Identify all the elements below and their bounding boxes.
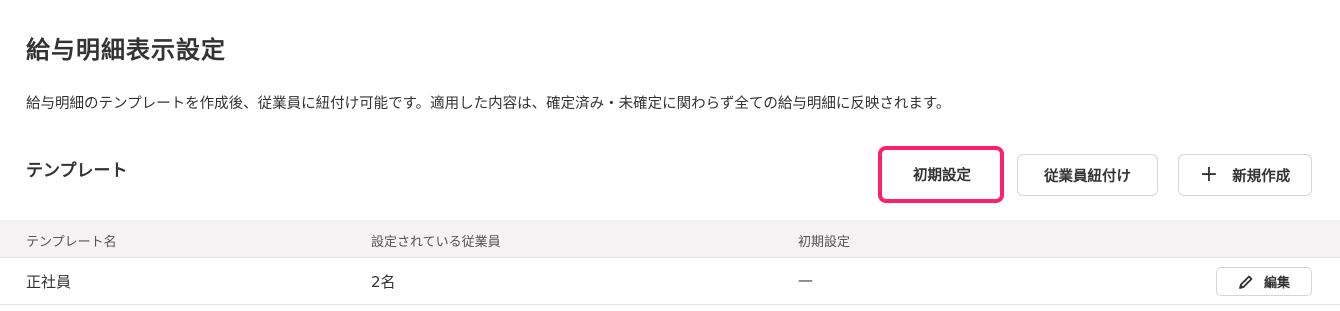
column-header-initial-setting: 初期設定 <box>798 235 851 250</box>
new-template-button-label: 新規作成 <box>1232 168 1291 185</box>
template-name-cell: 正社員 <box>26 273 72 291</box>
pencil-icon <box>1238 274 1254 290</box>
assigned-employees-cell: 2名 <box>371 273 396 291</box>
new-template-button[interactable]: + 新規作成 <box>1178 154 1312 196</box>
edit-button[interactable]: 編集 <box>1216 267 1312 296</box>
column-header-template-name: テンプレート名 <box>26 235 117 250</box>
table-row: 正社員 2名 — 編集 <box>0 258 1340 305</box>
initial-setting-cell: — <box>798 271 813 289</box>
table-header: テンプレート名 設定されている従業員 初期設定 <box>0 220 1340 258</box>
plus-icon: + <box>1199 162 1219 187</box>
page-description: 給与明細のテンプレートを作成後、従業員に紐付け可能です。適用した内容は、確定済み… <box>26 96 951 112</box>
payslip-display-settings-page: 給与明細表示設定 給与明細のテンプレートを作成後、従業員に紐付け可能です。適用し… <box>0 0 1340 311</box>
initial-settings-button[interactable]: 初期設定 <box>884 153 1000 195</box>
section-title: テンプレート <box>26 161 128 181</box>
link-employees-button[interactable]: 従業員紐付け <box>1017 154 1158 196</box>
page-title: 給与明細表示設定 <box>26 36 226 64</box>
edit-button-label: 編集 <box>1263 275 1290 290</box>
column-header-assigned-employees: 設定されている従業員 <box>371 235 501 250</box>
